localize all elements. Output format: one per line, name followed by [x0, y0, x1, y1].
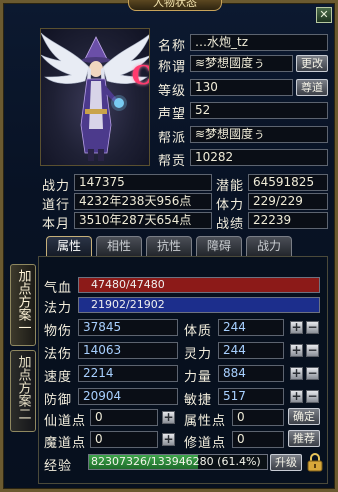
- agility-value: 517: [218, 388, 284, 405]
- tab-obstacles[interactable]: 障碍: [196, 236, 242, 256]
- phys-attack-value: 37845: [78, 319, 178, 336]
- tab-attributes[interactable]: 属性: [46, 236, 92, 256]
- close-button[interactable]: ✕: [316, 7, 332, 23]
- speed-label: 速度: [44, 370, 73, 385]
- lock-icon[interactable]: [306, 452, 324, 472]
- confirm-button[interactable]: 确定: [288, 408, 320, 425]
- potential-label: 潜能: [216, 179, 245, 194]
- attr-points-label: 属性点: [184, 414, 227, 429]
- merit-value: 22239: [248, 212, 328, 229]
- spirit-minus-button[interactable]: −: [306, 344, 319, 357]
- name-label: 名称: [158, 39, 187, 54]
- guild-label: 帮派: [158, 131, 187, 146]
- experience-bar: 82307326/133946280 (61.4%): [88, 454, 268, 470]
- power-label: 战力: [42, 179, 71, 194]
- contribution-label: 帮贡: [158, 154, 187, 169]
- zundao-button[interactable]: 尊道: [296, 79, 328, 96]
- character-portrait: C: [40, 28, 150, 166]
- tab-affinity[interactable]: 相性: [96, 236, 142, 256]
- demon-points-label: 魔道点: [44, 436, 87, 451]
- attr-points-value: 0: [232, 409, 284, 426]
- experience-value: 82307326/133946280 (61.4%): [91, 455, 261, 468]
- stamina-label: 体力: [216, 198, 245, 213]
- demon-points-plus-button[interactable]: +: [162, 433, 175, 446]
- mp-label: 法力: [44, 301, 73, 316]
- month-value: 3510年287天654点: [74, 212, 212, 229]
- immortal-points-plus-button[interactable]: +: [162, 411, 175, 424]
- strength-value: 884: [218, 365, 284, 382]
- attribute-tabs: 属性 相性 抗性 障碍 战力: [46, 236, 292, 256]
- fame-value: 52: [190, 102, 328, 119]
- immortal-points-value: 0: [90, 409, 158, 426]
- spirit-label: 灵力: [184, 347, 213, 362]
- strength-label: 力量: [184, 370, 213, 385]
- tab-power[interactable]: 战力: [246, 236, 292, 256]
- magic-attack-value: 14063: [78, 342, 178, 359]
- cultivation-points-label: 修道点: [184, 436, 227, 451]
- character-figure: [41, 32, 149, 161]
- close-icon: ✕: [319, 8, 329, 21]
- hp-label: 气血: [44, 281, 73, 296]
- agility-minus-button[interactable]: −: [306, 390, 319, 403]
- month-label: 本月: [42, 217, 71, 232]
- spirit-plus-button[interactable]: +: [290, 344, 303, 357]
- immortal-points-label: 仙道点: [44, 414, 87, 429]
- merit-label: 战绩: [216, 217, 245, 232]
- title-bar: 人物状态: [0, 0, 332, 12]
- change-title-button[interactable]: 更改: [296, 55, 328, 72]
- title-value: ≋梦想國度ぅ: [190, 55, 293, 72]
- tab-resistance[interactable]: 抗性: [146, 236, 192, 256]
- experience-label: 经验: [44, 459, 73, 474]
- hp-bar: 47480/47480: [78, 277, 320, 293]
- agility-label: 敏捷: [184, 393, 213, 408]
- stamina-value: 229/229: [248, 193, 328, 210]
- dao-label: 道行: [42, 198, 71, 213]
- guild-value: ≋梦想國度ぅ: [190, 126, 328, 143]
- constitution-plus-button[interactable]: +: [290, 321, 303, 334]
- side-tab-plan-1[interactable]: 加点方案一: [10, 264, 36, 346]
- name-value: …水炮_tz: [190, 34, 328, 51]
- mp-bar: 21902/21902: [78, 297, 320, 313]
- phys-attack-label: 物伤: [44, 324, 73, 339]
- level-value: 130: [190, 79, 293, 96]
- spirit-value: 244: [218, 342, 284, 359]
- recommend-button[interactable]: 推荐: [288, 430, 320, 447]
- emblem-c-icon: C: [129, 63, 149, 89]
- side-tab-plan-2-label: 加点方案二: [15, 355, 31, 420]
- contribution-value: 10282: [190, 149, 328, 166]
- dao-value: 4232年238天956点: [74, 193, 212, 210]
- defense-label: 防御: [44, 393, 73, 408]
- demon-points-value: 0: [90, 431, 158, 448]
- constitution-label: 体质: [184, 324, 213, 339]
- constitution-minus-button[interactable]: −: [306, 321, 319, 334]
- magic-attack-label: 法伤: [44, 347, 73, 362]
- hp-value: 47480/47480: [91, 278, 165, 291]
- upgrade-button[interactable]: 升级: [270, 454, 302, 471]
- mp-value: 21902/21902: [91, 298, 165, 311]
- window-title: 人物状态: [128, 0, 222, 11]
- potential-value: 64591825: [248, 174, 328, 191]
- level-label: 等级: [158, 84, 187, 99]
- speed-value: 2214: [78, 365, 178, 382]
- side-tab-plan-1-label: 加点方案一: [15, 269, 31, 334]
- power-value: 147375: [74, 174, 212, 191]
- cultivation-points-value: 0: [232, 431, 284, 448]
- side-tab-plan-2[interactable]: 加点方案二: [10, 350, 36, 432]
- strength-plus-button[interactable]: +: [290, 367, 303, 380]
- agility-plus-button[interactable]: +: [290, 390, 303, 403]
- title-label: 称谓: [158, 60, 187, 75]
- fame-label: 声望: [158, 107, 187, 122]
- defense-value: 20904: [78, 388, 178, 405]
- strength-minus-button[interactable]: −: [306, 367, 319, 380]
- constitution-value: 244: [218, 319, 284, 336]
